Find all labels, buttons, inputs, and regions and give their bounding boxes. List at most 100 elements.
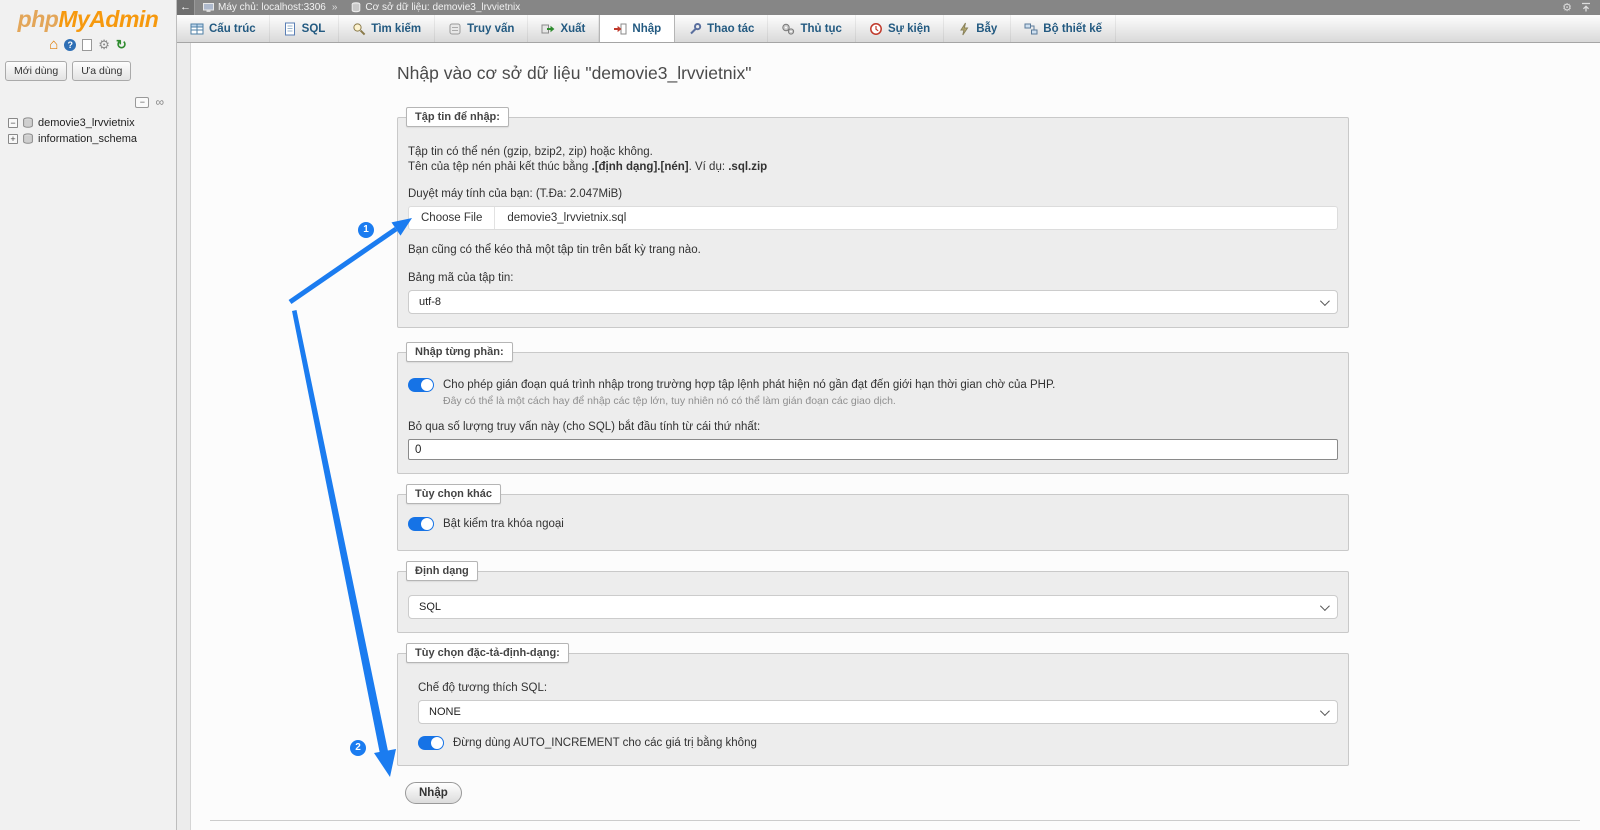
note-text: . Ví dụ: [689,161,729,173]
back-button[interactable]: ← [177,0,195,15]
expand-icon[interactable]: + [8,134,18,144]
import-form: Tập tin để nhập: Tập tin có thể nén (gzi… [397,117,1349,804]
tab-query[interactable]: Truy vấn [435,15,528,42]
tab-label: SQL [302,23,326,35]
tab-designer[interactable]: Bộ thiết kế [1011,15,1116,42]
format-fieldset: Định dạng SQL [397,571,1349,633]
bottom-divider [210,820,1580,821]
format-specific-options-body: Chế độ tương thích SQL: NONE Đừng dùng A… [418,681,1338,750]
note-format: .[định dạng].[nén] [592,161,689,173]
tab-label: Xuất [560,23,585,35]
note-text: Tên của tệp nén phải kết thúc bằng [408,161,592,173]
favorite-tables-tab[interactable]: Ưa dùng [72,61,131,81]
query-icon [448,22,462,36]
allow-interrupt-row: Cho phép gián đoạn quá trình nhập trong … [408,378,1338,392]
choose-file-button[interactable]: Choose File [409,207,495,229]
recent-tables-tab[interactable]: Mới dùng [5,61,67,81]
topbar-right-icons: ⚙ [1562,1,1600,14]
foreign-key-row: Bật kiểm tra khóa ngoại [408,517,1338,531]
fieldset-legend: Tùy chọn đặc-tả-định-dạng: [406,643,569,663]
tab-sql[interactable]: SQL [270,15,340,42]
tab-label: Bẫy [976,23,997,35]
server-breadcrumb-label: Máy chủ: localhost:3306 [218,2,326,13]
collapse-top-icon[interactable] [1580,2,1592,13]
collapse-icon[interactable]: − [8,118,18,128]
designer-icon [1024,22,1038,36]
tab-search[interactable]: Tìm kiếm [339,15,435,42]
compression-note: Tập tin có thể nén (gzip, bzip2, zip) ho… [408,145,1338,160]
dragdrop-note: Bạn cũng có thể kéo thả một tập tin trên… [408,243,1338,258]
collapse-all-button[interactable]: − [135,97,149,108]
database-breadcrumb[interactable]: Cơ sở dữ liệu: demovie3_lrvvietnix [351,2,520,13]
allow-interrupt-toggle[interactable] [408,378,434,392]
sidebar-toolbar: ⌂ ? ⚙ ↻ [0,38,176,51]
tab-label: Thủ tục [800,23,842,35]
logo-rest: MyAdmin [58,6,158,32]
fieldset-legend: Tùy chọn khác [406,484,501,504]
tab-label: Thao tác [707,23,754,35]
sql-compat-select[interactable]: NONE [418,700,1338,724]
allow-interrupt-hint: Đây có thể là một cách hay để nhập các t… [443,395,1338,407]
server-icon [203,3,214,13]
skip-queries-label: Bỏ qua số lượng truy vấn này (cho SQL) b… [408,420,1338,435]
import-page: Nhập vào cơ sở dữ liệu "demovie3_lrvviet… [191,43,1600,830]
doc-icon[interactable] [82,39,92,51]
sidebar-tabs: Mới dùng Ưa dùng [5,61,176,81]
tab-structure[interactable]: Cấu trúc [177,15,270,42]
note-example: .sql.zip [728,161,767,173]
fieldset-legend: Tập tin để nhập: [406,107,509,127]
autoincrement-toggle[interactable] [418,736,444,750]
file-to-import-fieldset: Tập tin để nhập: Tập tin có thể nén (gzi… [397,117,1349,328]
partial-import-fieldset: Nhập từng phần: Cho phép gián đoạn quá t… [397,352,1349,474]
tab-export[interactable]: Xuất [528,15,599,42]
database-tree: − demovie3_lrvvietnix + information_sche… [0,115,176,147]
tab-import[interactable]: Nhập [599,15,675,42]
sql-compat-label: Chế độ tương thích SQL: [418,681,1338,696]
database-icon [22,133,34,145]
filename-note: Tên của tệp nén phải kết thúc bằng .[địn… [408,160,1338,175]
export-icon [541,22,555,36]
format-value: SQL [419,601,441,613]
tab-events[interactable]: Sự kiện [856,15,944,42]
tab-routines[interactable]: Thủ tục [768,15,856,42]
tab-label: Nhập [632,23,661,35]
gear-icon[interactable]: ⚙ [98,38,110,51]
autoincrement-row: Đừng dùng AUTO_INCREMENT cho các giá trị… [418,736,1338,750]
tree-item-label: demovie3_lrvvietnix [38,117,135,129]
help-icon[interactable]: ? [64,39,76,51]
tab-label: Sự kiện [888,23,930,35]
tree-item-information-schema[interactable]: + information_schema [0,131,176,147]
tab-triggers[interactable]: Bẫy [944,15,1011,42]
charset-select[interactable]: utf-8 [408,290,1338,314]
page-settings-icon[interactable]: ⚙ [1562,1,1572,14]
tree-item-demovie3[interactable]: − demovie3_lrvvietnix [0,115,176,131]
link-panel-icon[interactable]: ∞ [155,95,164,109]
database-icon [351,2,361,13]
chevron-down-icon [1320,296,1330,306]
tree-controls: − ∞ [0,95,164,109]
logo-php: php [18,6,59,32]
tab-operations[interactable]: Thao tác [675,15,768,42]
charset-label: Bảng mã của tập tin: [408,271,1338,286]
selected-filename: demovie3_lrvvietnix.sql [495,212,626,224]
foreign-key-toggle[interactable] [408,517,434,531]
panel-gutter[interactable] [177,43,191,830]
foreign-key-label: Bật kiểm tra khóa ngoại [443,518,564,530]
file-upload-input[interactable]: Choose File demovie3_lrvvietnix.sql [408,206,1338,230]
chevron-down-icon [1320,706,1330,716]
skip-queries-input[interactable] [408,439,1338,460]
format-select[interactable]: SQL [408,595,1338,619]
import-submit-button[interactable]: Nhập [405,782,462,804]
home-icon[interactable]: ⌂ [49,38,58,51]
phpmyadmin-logo[interactable]: phpMyAdmin [0,0,176,33]
routines-icon [781,22,795,36]
charset-value: utf-8 [419,296,441,308]
refresh-icon[interactable]: ↻ [116,38,127,51]
events-icon [869,22,883,36]
autoincrement-label: Đừng dùng AUTO_INCREMENT cho các giá trị… [453,737,757,749]
phpmyadmin-app: phpMyAdmin ⌂ ? ⚙ ↻ Mới dùng Ưa dùng − ∞ … [0,0,1600,830]
server-breadcrumb[interactable]: Máy chủ: localhost:3306 [203,2,326,13]
database-breadcrumb-label: Cơ sở dữ liệu: demovie3_lrvvietnix [365,2,520,13]
tab-label: Truy vấn [467,23,514,35]
allow-interrupt-label: Cho phép gián đoạn quá trình nhập trong … [443,379,1055,391]
